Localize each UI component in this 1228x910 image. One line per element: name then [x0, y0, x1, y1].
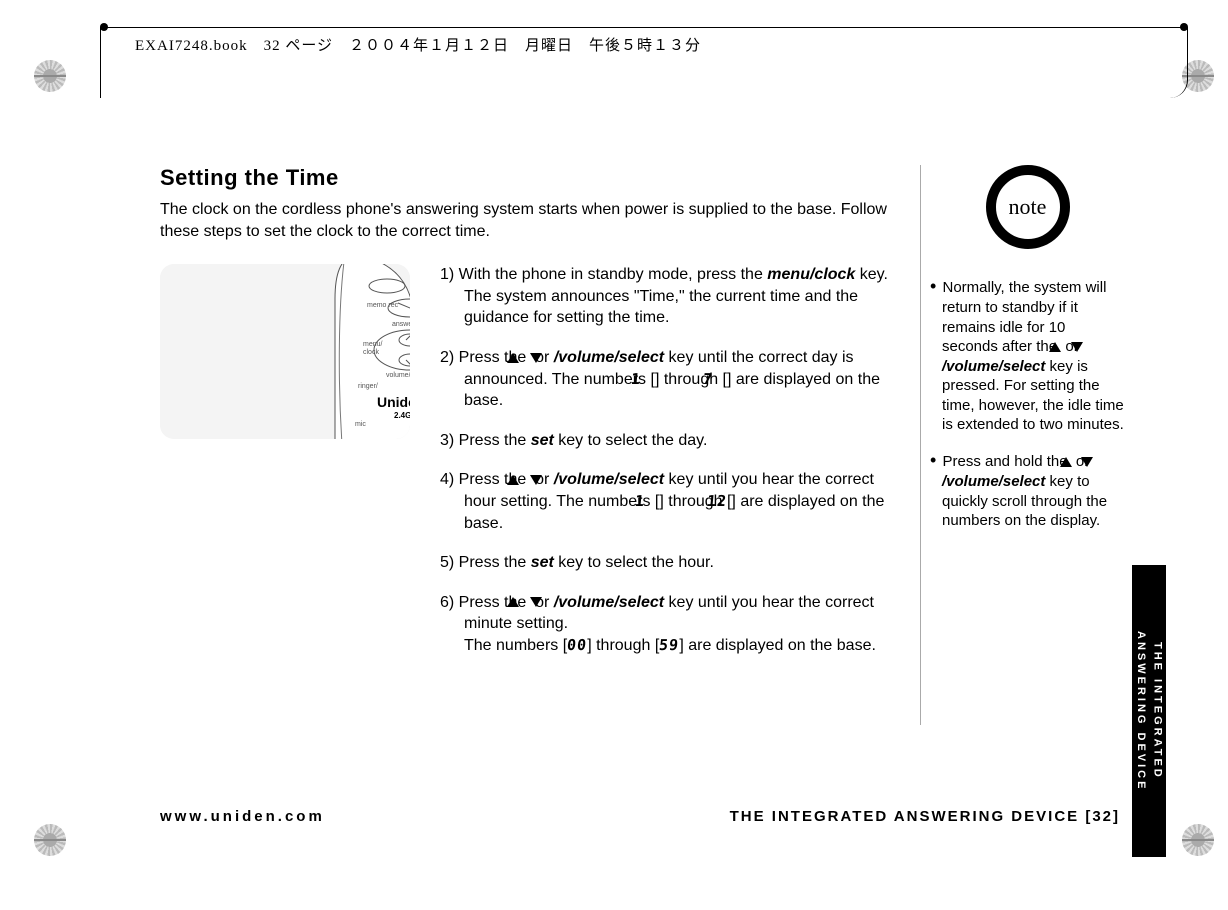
crop-mark-icon — [34, 824, 66, 856]
svg-text:mic: mic — [355, 421, 366, 428]
page-footer: www.uniden.com THE INTEGRATED ANSWERING … — [160, 808, 1120, 825]
step-5: 5) Press the set key to select the hour. — [440, 552, 900, 574]
svg-text:ringer/: ringer/ — [358, 383, 378, 390]
step-text: key. — [855, 266, 888, 283]
note-item: Press and hold the or /volume/select key… — [930, 449, 1125, 531]
sidebar-divider — [920, 165, 921, 725]
step-text: ] through [ — [587, 637, 659, 654]
crop-mark-icon — [34, 60, 66, 92]
footer-section: THE INTEGRATED ANSWERING DEVICE [32] — [730, 808, 1120, 825]
section-tab: THE INTEGRATED ANSWERING DEVICE — [1132, 565, 1166, 857]
note-text: Press and hold the — [942, 453, 1071, 470]
step-text: 3) Press the — [440, 432, 531, 449]
step-3: 3) Press the set key to select the day. — [440, 430, 900, 452]
key-name: set — [531, 432, 554, 449]
svg-text:clock: clock — [363, 349, 379, 356]
page-body: Setting the Time The clock on the cordle… — [160, 165, 900, 675]
footer-url: www.uniden.com — [160, 808, 325, 825]
intro-text: The clock on the cordless phone's answer… — [160, 199, 900, 242]
svg-text:memo rec: memo rec — [367, 302, 399, 309]
step-4: 4) Press the or /volume/select key until… — [440, 469, 900, 534]
step-2: 2) Press the or /volume/select key until… — [440, 347, 900, 412]
key-name: /volume/select — [942, 358, 1045, 375]
note-sidebar: note Normally, the system will return to… — [930, 165, 1125, 545]
step-text: The system announces "Time," the current… — [464, 286, 900, 329]
note-item: Normally, the system will return to stan… — [930, 275, 1125, 435]
key-name: menu/clock — [767, 266, 855, 283]
tab-line: THE INTEGRATED — [1152, 642, 1164, 780]
key-name: /volume/select — [554, 471, 664, 488]
key-name: /volume/select — [554, 349, 664, 366]
tab-line: ANSWERING DEVICE — [1135, 631, 1147, 791]
step-text: The numbers [ — [464, 637, 567, 654]
key-name: set — [531, 554, 554, 571]
step-text: 5) Press the — [440, 554, 531, 571]
key-name: /volume/select — [554, 594, 664, 611]
step-1: 1) With the phone in standby mode, press… — [440, 264, 900, 329]
page-title: Setting the Time — [160, 165, 900, 191]
step-text: key to select the hour. — [554, 554, 714, 571]
svg-text:answer on/off: answer on/off — [392, 321, 410, 328]
crop-mark-icon — [1182, 824, 1214, 856]
svg-text:menu/: menu/ — [363, 341, 383, 348]
segment-digit: 59 — [658, 635, 680, 655]
step-text: ] through [ — [655, 371, 727, 388]
note-badge: note — [986, 165, 1070, 249]
step-text: 1) With the phone in standby mode, press… — [440, 266, 767, 283]
svg-text:volume/select: volume/select — [386, 372, 410, 379]
step-text: ] are displayed on the base. — [679, 637, 876, 654]
note-label: note — [1009, 193, 1047, 222]
step-text: key to select the day. — [554, 432, 708, 449]
step-6: 6) Press the or /volume/select key until… — [440, 592, 900, 657]
steps-list: 1) With the phone in standby mode, press… — [440, 264, 900, 674]
svg-text:2.4GHz: 2.4GHz — [394, 411, 410, 420]
svg-text:Uniden: Uniden — [377, 394, 410, 410]
running-header: EXAI7248.book 32 ページ ２００４年１月１２日 月曜日 午後５時… — [135, 34, 701, 55]
handset-illustration: memo rec greeting answer on/off menu/ cl… — [160, 264, 410, 439]
key-name: /volume/select — [942, 473, 1045, 490]
segment-digit: 00 — [566, 635, 588, 655]
